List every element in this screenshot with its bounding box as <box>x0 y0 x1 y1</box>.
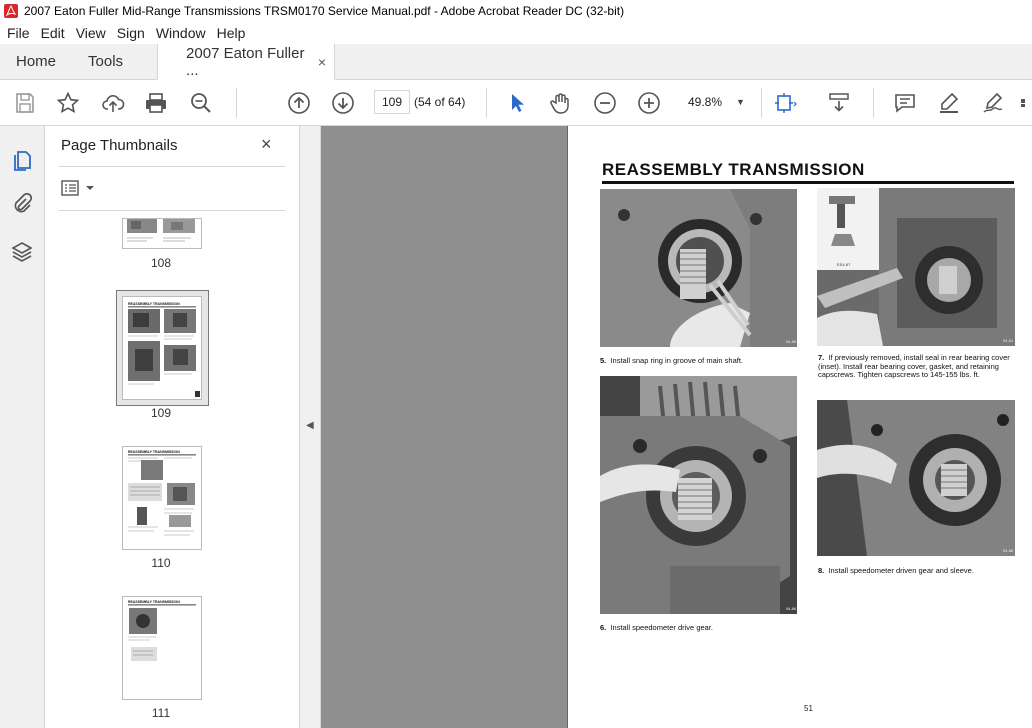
thumbnail-list: 108 REASSEMBLY TRANSMISSION 109 REASSEMB… <box>45 218 277 728</box>
caption-step-8: 8. Install speedometer driven gear and s… <box>818 566 974 575</box>
thumb-109-heading: REASSEMBLY TRANSMISSION <box>128 302 180 306</box>
scroll-mode-icon[interactable] <box>826 90 852 116</box>
photo-speedometer-drive-gear: 54-86 <box>600 376 797 614</box>
printed-page-number: 51 <box>804 704 813 713</box>
tab-bar: Home Tools 2007 Eaton Fuller ... × <box>0 44 1032 80</box>
menu-file[interactable]: File <box>7 25 30 41</box>
photo-inset-id: ES4-87 <box>837 262 851 267</box>
photo-speedometer-driven-gear: 54-88 <box>817 400 1015 556</box>
menu-bar: File Edit View Sign Window Help <box>0 22 1032 44</box>
thumbnail-label-109: 109 <box>150 406 172 420</box>
draw-sign-icon[interactable] <box>980 90 1006 116</box>
thumbnail-label-111: 111 <box>151 706 171 720</box>
page-heading: REASSEMBLY TRANSMISSION <box>602 160 865 179</box>
photo-6-id: 54-86 <box>786 606 797 611</box>
select-cursor-icon[interactable] <box>504 90 530 116</box>
tab-tools[interactable]: Tools <box>72 44 139 79</box>
thumbnail-options-icon[interactable] <box>61 180 101 198</box>
menu-window[interactable]: Window <box>156 25 206 41</box>
thumb-111-heading: REASSEMBLY TRANSMISSION <box>128 600 180 604</box>
zoom-out-icon[interactable] <box>592 90 618 116</box>
page-number-input[interactable]: 109 <box>374 90 410 114</box>
previous-page-icon[interactable] <box>286 90 312 116</box>
photo-5-id: 54-85 <box>786 339 797 344</box>
title-bar: 2007 Eaton Fuller Mid-Range Transmission… <box>0 0 1032 22</box>
next-page-icon[interactable] <box>330 90 356 116</box>
panel-close-icon[interactable]: × <box>261 134 272 155</box>
toolbar <box>0 80 1032 126</box>
zoom-dropdown-chevron-icon[interactable]: ▼ <box>736 97 745 107</box>
thumbnail-page-108[interactable] <box>122 218 202 249</box>
photo-8-id: 54-88 <box>1003 548 1014 553</box>
photo-snap-ring: 54-85 <box>600 189 797 347</box>
zoom-level-input[interactable]: 49.8% <box>688 95 722 109</box>
zoom-search-icon[interactable] <box>188 90 214 116</box>
menu-view[interactable]: View <box>76 25 106 41</box>
menu-sign[interactable]: Sign <box>117 25 145 41</box>
thumbnail-page-110[interactable]: REASSEMBLY TRANSMISSION <box>122 446 202 550</box>
fit-page-icon[interactable] <box>772 90 798 116</box>
attachments-paperclip-icon[interactable] <box>10 192 34 216</box>
thumbnail-label-110: 110 <box>151 556 171 570</box>
upload-cloud-icon[interactable] <box>100 90 126 116</box>
caption-step-5: 5. Install snap ring in groove of main s… <box>600 356 744 365</box>
tab-close-icon[interactable]: × <box>318 54 326 70</box>
save-icon[interactable] <box>12 90 38 116</box>
comment-icon[interactable] <box>892 90 918 116</box>
caption-step-7: 7. If previously removed, install seal i… <box>818 353 1010 379</box>
menu-help[interactable]: Help <box>217 25 246 41</box>
document-viewer[interactable]: REASSEMBLY TRANSMISSION 54-85 5. Install… <box>321 126 1032 728</box>
menu-edit[interactable]: Edit <box>41 25 65 41</box>
hand-tool-icon[interactable] <box>548 90 574 116</box>
photo-7-id: 54-81 <box>1003 338 1014 343</box>
pdf-page: REASSEMBLY TRANSMISSION 54-85 5. Install… <box>567 126 1032 728</box>
bookmark-star-icon[interactable] <box>55 90 81 116</box>
tab-document[interactable]: 2007 Eaton Fuller ... × <box>157 44 336 80</box>
highlight-pen-icon[interactable] <box>936 90 962 116</box>
print-icon[interactable] <box>143 90 169 116</box>
tab-document-label: 2007 Eaton Fuller ... <box>186 44 305 79</box>
page-thumbnails-icon[interactable] <box>10 148 34 172</box>
zoom-in-icon[interactable] <box>636 90 662 116</box>
layers-icon[interactable] <box>10 240 34 264</box>
thumb-110-heading: REASSEMBLY TRANSMISSION <box>128 450 180 454</box>
panel-collapse-strip[interactable]: ◀ <box>300 126 321 728</box>
thumbnail-page-111[interactable]: REASSEMBLY TRANSMISSION <box>122 596 202 700</box>
thumbnail-label-108: 108 <box>150 256 172 270</box>
tab-home[interactable]: Home <box>0 44 72 79</box>
thumbnails-panel: Page Thumbnails × 108 REASSEMBLY TRANSMI… <box>45 126 338 728</box>
photo-rear-bearing-cover: ES4-87 54-81 <box>817 188 1015 346</box>
more-tools-icon[interactable] <box>1020 90 1032 116</box>
panel-title: Page Thumbnails <box>61 137 178 154</box>
collapse-left-arrow-icon[interactable]: ◀ <box>306 420 314 431</box>
window-title: 2007 Eaton Fuller Mid-Range Transmission… <box>24 4 625 18</box>
page-count-label: (54 of 64) <box>414 95 466 109</box>
left-navigation-rail <box>0 126 45 728</box>
acrobat-app-icon <box>4 4 18 18</box>
caption-step-6: 6. Install speedometer drive gear. <box>600 623 713 632</box>
thumbnail-page-109[interactable]: REASSEMBLY TRANSMISSION <box>122 296 202 400</box>
